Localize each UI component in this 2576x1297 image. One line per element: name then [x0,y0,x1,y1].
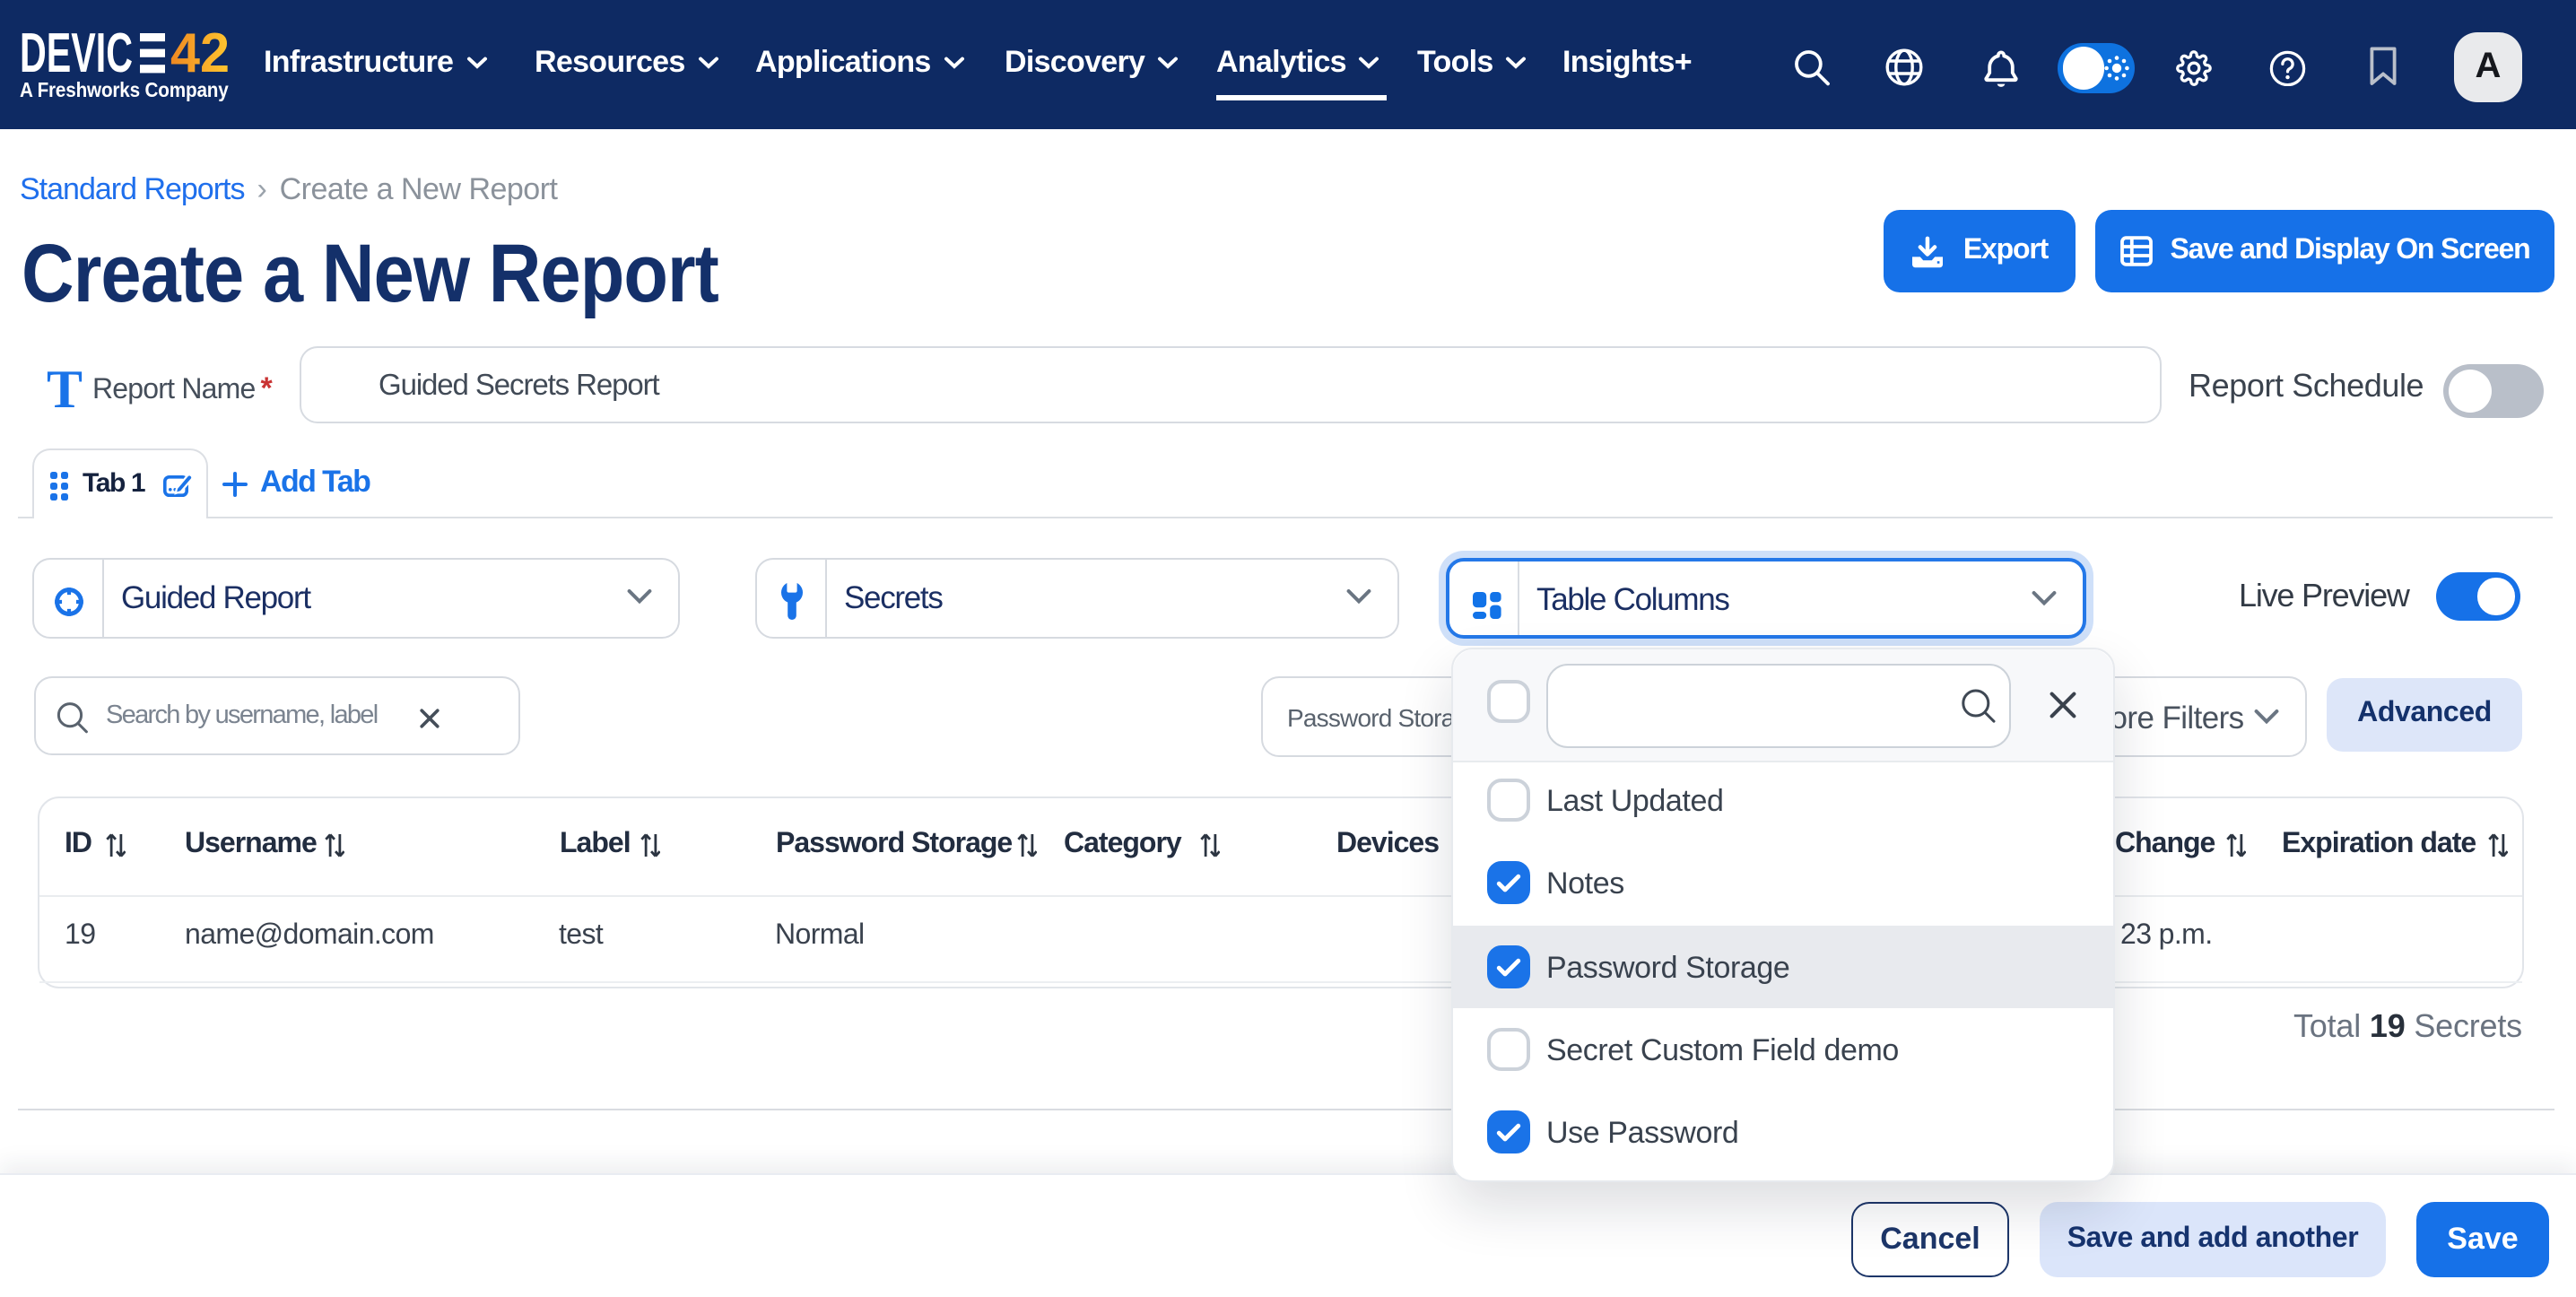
svg-text:42: 42 [170,30,230,77]
svg-text:DEVIC: DEVIC [20,30,133,77]
